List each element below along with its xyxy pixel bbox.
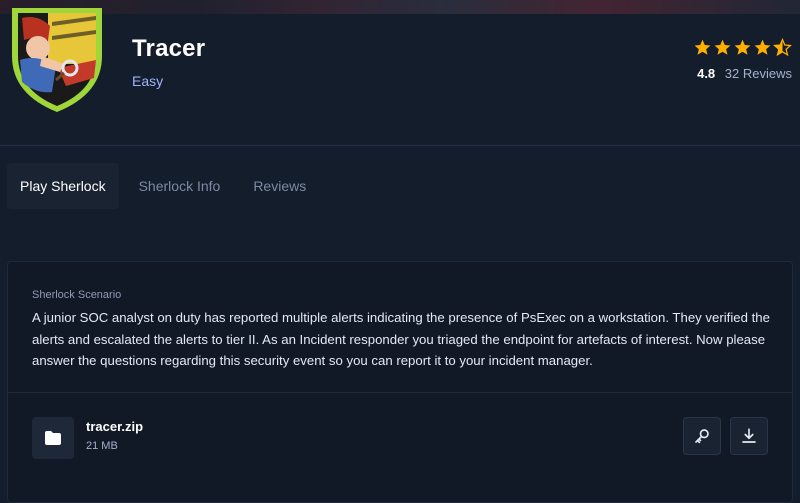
file-size: 21 MB <box>86 440 118 452</box>
tab-sherlock-info[interactable]: Sherlock Info <box>126 163 234 209</box>
star-icon <box>734 39 751 55</box>
half-star-icon <box>773 38 792 57</box>
file-name: tracer.zip <box>86 419 144 434</box>
sherlock-tabs: Play Sherlock Sherlock Info Reviews <box>7 163 326 209</box>
difficulty-label: Easy <box>132 73 164 89</box>
star-icon <box>694 39 711 55</box>
sherlock-logo <box>8 6 106 114</box>
rating-value: 4.8 <box>697 66 716 81</box>
tab-reviews[interactable]: Reviews <box>240 163 319 209</box>
scenario-text: A junior SOC analyst on duty has reporte… <box>32 310 770 369</box>
scenario-card: Sherlock Scenario A junior SOC analyst o… <box>7 261 793 503</box>
folder-icon <box>45 431 61 445</box>
card-divider <box>8 392 792 393</box>
tab-play-sherlock[interactable]: Play Sherlock <box>7 163 119 209</box>
header-divider <box>0 145 800 146</box>
rating-stars <box>672 38 792 57</box>
password-key-button[interactable] <box>683 417 721 455</box>
star-icon <box>754 39 771 55</box>
reviews-count: 32 Reviews <box>724 66 792 81</box>
download-icon <box>742 428 756 443</box>
sherlock-title: Tracer <box>132 35 206 62</box>
star-icon <box>714 39 731 55</box>
sherlock-header: Tracer Easy 4.8 32 Reviews <box>0 0 800 146</box>
rating-summary: 4.8 32 Reviews <box>672 38 792 81</box>
key-icon <box>695 429 709 444</box>
scenario-label: Sherlock Scenario <box>32 289 122 301</box>
download-button[interactable] <box>730 417 768 455</box>
file-icon-box <box>32 417 74 459</box>
